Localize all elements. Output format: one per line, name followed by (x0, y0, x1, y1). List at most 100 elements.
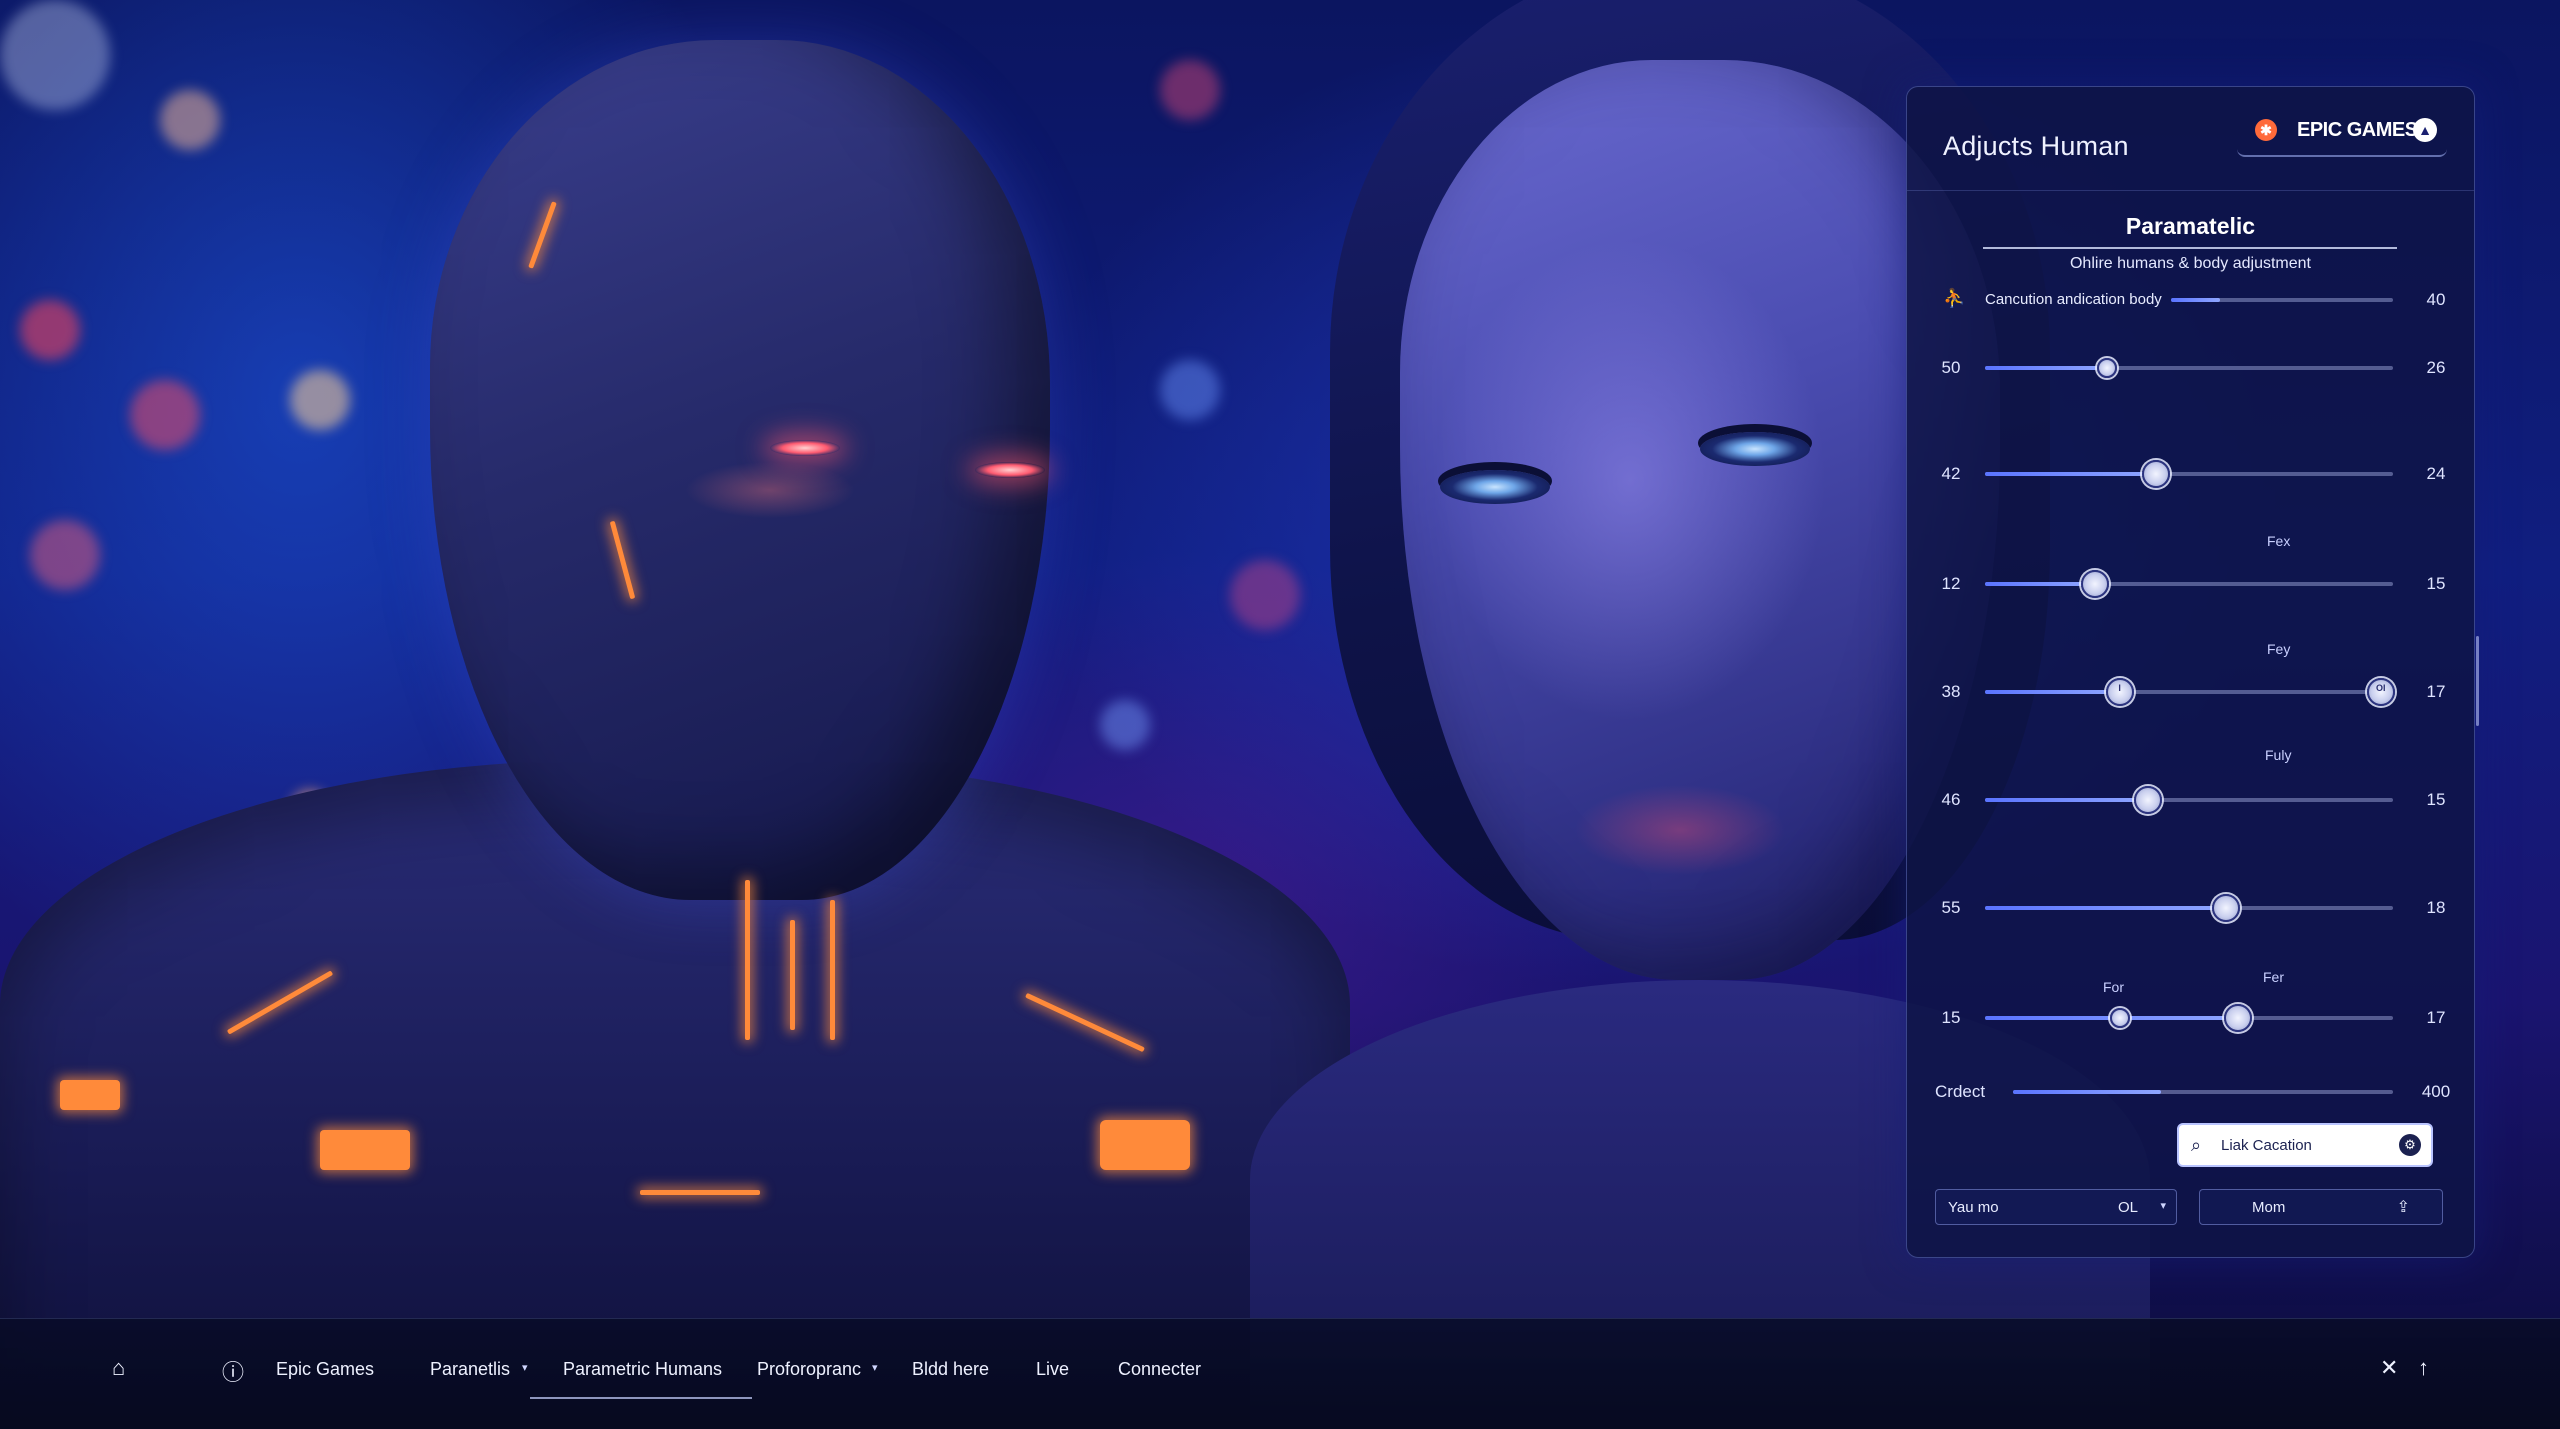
woman-eye-left (1440, 470, 1550, 504)
adjust-human-panel: Adjucts Human ✱ EPIC GAMES ▲ Paramatelic… (1906, 86, 2475, 1258)
param-right-value: 26 (2426, 358, 2446, 377)
credit-value: 400 (2421, 1082, 2451, 1101)
circuit-glow (640, 1190, 760, 1195)
epic-logo-icon: ✱ (2255, 119, 2277, 141)
slider-thumb[interactable] (2211, 894, 2240, 922)
bokeh-light (30, 520, 100, 590)
mom-button[interactable]: Mom ⇪ (2199, 1189, 2443, 1225)
slider-fill (2013, 1090, 2162, 1094)
bokeh-light (1100, 700, 1150, 750)
slider-track[interactable] (1985, 358, 2393, 378)
slider-end-thumb[interactable]: OI (2366, 678, 2395, 706)
slider-track[interactable] (1985, 460, 2393, 488)
slider-track[interactable] (1985, 894, 2393, 922)
bokeh-light (0, 0, 110, 110)
active-tab-indicator (530, 1397, 752, 1399)
bokeh-light (1160, 360, 1220, 420)
circuit-glow (830, 900, 835, 1040)
search-field[interactable]: ⌕ ⚙ (2177, 1123, 2433, 1167)
slider-thumb-secondary[interactable] (2223, 1004, 2252, 1032)
bokeh-light (130, 380, 200, 450)
bokeh-light (290, 370, 350, 430)
param-row-body: ⛹ Cancution andication body 40 (1907, 283, 2474, 317)
param-slider-row: 42 24 (1907, 457, 2474, 491)
circuit-glow (1100, 1120, 1190, 1170)
upload-icon: ⇪ (2396, 1199, 2410, 1216)
param-label: Cancution andication body (1985, 291, 2162, 308)
home-icon[interactable]: ⌂ (112, 1355, 125, 1381)
panel-scrollbar[interactable] (2476, 636, 2479, 726)
slider-thumb[interactable] (2081, 570, 2110, 598)
taskbar-item-paranetlis[interactable]: Paranetlis (430, 1359, 510, 1380)
figure-icon: ⛹ (1943, 288, 1966, 308)
slider-thumb[interactable] (2109, 1008, 2130, 1028)
slider-track[interactable]: I OI (1985, 678, 2395, 706)
button-label: Mom (2252, 1199, 2286, 1216)
arrow-up-icon[interactable]: ↑ (2418, 1355, 2429, 1381)
param-left-value: 55 (1941, 898, 1961, 917)
panel-title: Adjucts Human (1943, 131, 2129, 161)
slider-fill (1985, 798, 2149, 802)
select-value: OL (2118, 1199, 2139, 1216)
panel-header: Adjucts Human ✱ EPIC GAMES ▲ (1907, 87, 2474, 191)
taskbar-item-epic-games[interactable]: Epic Games (276, 1359, 374, 1380)
section-subtitle: Ohlire humans & body adjustment (2069, 255, 2311, 272)
chevron-down-icon[interactable]: ▾ (872, 1361, 878, 1374)
bokeh-light (1230, 560, 1300, 630)
robot-eye-left (770, 440, 840, 456)
param-slider-row: 55 18 (1907, 891, 2474, 925)
param-right-value: 15 (2426, 790, 2446, 809)
circuit-glow (320, 1130, 410, 1170)
param-right-value: 24 (2426, 464, 2446, 483)
slider-caption: Fer (2263, 969, 2284, 985)
param-slider-row: 12 15 (1907, 567, 2474, 601)
bokeh-light (20, 300, 80, 360)
taskbar-item-connecter[interactable]: Connecter (1118, 1359, 1201, 1380)
slider-track[interactable] (2171, 298, 2393, 302)
slider-thumb[interactable] (2097, 358, 2118, 378)
settings-dial-icon[interactable]: ⚙ (2399, 1134, 2421, 1156)
chevron-down-icon[interactable]: ▾ (522, 1361, 528, 1374)
robot-head (430, 40, 1050, 900)
slider-fill (2171, 298, 2220, 302)
slider-thumb[interactable] (2134, 786, 2163, 814)
user-badge-icon[interactable]: ▲ (2413, 118, 2437, 142)
slider-track[interactable] (1985, 570, 2393, 598)
slider-thumb[interactable]: I (2105, 678, 2134, 706)
taskbar: ⌂ ⓘ Epic Games Paranetlis ▾ Parametric H… (0, 1318, 2560, 1429)
param-slider-row: 46 15 (1907, 783, 2474, 817)
credit-label: Crdect (1935, 1082, 1986, 1101)
epic-games-brand[interactable]: ✱ EPIC GAMES ▲ (2237, 113, 2447, 157)
search-icon: ⌕ (2191, 1135, 2202, 1155)
param-left-value: 15 (1941, 1008, 1961, 1027)
taskbar-item-parametric-humans[interactable]: Parametric Humans (563, 1359, 722, 1380)
slider-track[interactable] (2013, 1090, 2393, 1094)
slider-caption: Fex (2267, 533, 2291, 549)
slider-track[interactable] (1985, 1004, 2393, 1032)
slider-caption: Fey (2267, 641, 2291, 657)
robot-eye-right (975, 462, 1045, 478)
taskbar-item-proforopranc[interactable]: Proforopranc (757, 1359, 861, 1380)
slider-thumb[interactable] (2142, 460, 2171, 488)
param-right-value: 15 (2426, 574, 2446, 593)
bokeh-light (1160, 60, 1220, 120)
brand-name: EPIC GAMES (2297, 119, 2418, 141)
slider-fill (1985, 472, 2157, 476)
info-icon[interactable]: ⓘ (222, 1355, 244, 1387)
section-title: Paramatelic (2125, 213, 2256, 239)
param-left-value: 50 (1941, 358, 1961, 377)
param-left-value: 42 (1941, 464, 1961, 483)
param-slider-row: 38 I OI 17 (1907, 675, 2474, 709)
thumb-label: OI (2375, 683, 2386, 693)
bokeh-light (160, 90, 220, 150)
close-icon[interactable]: ✕ (2380, 1355, 2398, 1381)
slider-fill (1985, 906, 2226, 910)
param-right-value: 17 (2426, 1008, 2446, 1027)
search-input[interactable] (2221, 1133, 2391, 1157)
mode-select[interactable]: Yau mo OL ▾ (1935, 1189, 2177, 1225)
param-left-value: 46 (1941, 790, 1961, 809)
taskbar-item-bldd-here[interactable]: Bldd here (912, 1359, 989, 1380)
circuit-glow (790, 920, 795, 1030)
slider-track[interactable] (1985, 786, 2393, 814)
taskbar-item-live[interactable]: Live (1036, 1359, 1069, 1380)
